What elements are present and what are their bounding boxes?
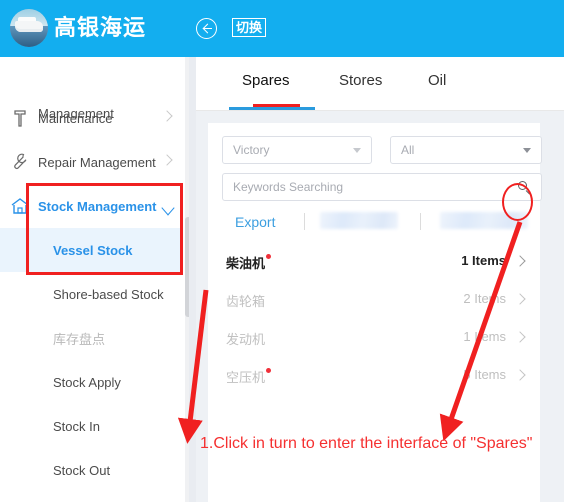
sidebar: Management Maintenance Repair Management [0,57,196,502]
tab-spares[interactable]: Spares [242,72,290,89]
row-name: 柴油机 [226,253,272,272]
category-select[interactable]: All [390,136,542,164]
chevron-down-icon [353,148,361,153]
sidebar-subitem-label: Stock Apply [53,374,121,390]
app-root: 高银海运 切换 Management Maintenance Repair Ma… [0,0,564,502]
tab-bar: Spares Stores Oil [196,57,564,111]
app-header: 高银海运 切换 [0,0,564,57]
badge-dot-icon [266,368,272,373]
sidebar-subitem-label: Stock In [53,418,100,434]
search-placeholder: Keywords Searching [233,180,344,194]
table-row[interactable]: 空压机 5 Items [208,357,540,395]
active-tab-indicator [229,107,315,110]
chevron-down-icon [523,148,531,153]
spares-list: 柴油机 1 Items 齿轮箱 2 Items 发动机 1 Items 空压机 … [208,243,540,395]
sidebar-item-shore-based-stock[interactable]: Shore-based Stock [0,272,183,316]
vessel-select-value: Victory [233,143,270,157]
ship-icon [15,17,43,32]
row-count: 5 Items [463,367,506,382]
row-count: 1 Items [461,253,506,268]
tab-oil[interactable]: Oil [428,72,446,89]
content-card: Victory All Keywords Searching Export 柴油… [208,123,542,502]
sidebar-item-inventory-count[interactable]: 库存盘点 [0,316,183,360]
chevron-right-icon [514,255,526,267]
table-row[interactable]: 发动机 1 Items [208,319,540,357]
filter-row: Victory All [222,136,542,164]
sidebar-subitem-label: Shore-based Stock [53,286,164,302]
company-logo [10,9,48,47]
row-count: 2 Items [463,291,506,306]
sidebar-divider [189,57,196,502]
hammer-icon [9,107,31,129]
chevron-right-icon [161,154,173,166]
sidebar-item-maintenance[interactable]: Maintenance [0,96,183,140]
export-button[interactable]: Export [235,214,275,230]
sidebar-item-vessel-stock[interactable]: Vessel Stock [0,228,183,272]
category-select-value: All [401,143,415,157]
row-name: 空压机 [226,367,272,386]
wrench-icon [9,151,31,173]
sidebar-subitem-label: Vessel Stock [53,242,133,258]
chevron-right-icon [514,369,526,381]
chevron-right-icon [514,293,526,305]
search-icon-ring [518,181,527,190]
sidebar-item-stock-apply[interactable]: Stock Apply [0,360,183,404]
redacted-action-2[interactable] [440,212,528,229]
chevron-down-icon [161,200,175,216]
brand-title: 高银海运 [54,15,147,40]
chevron-right-icon [514,331,526,343]
sidebar-item-stock-management[interactable]: Stock Management [0,184,183,228]
tab-stores[interactable]: Stores [339,72,382,89]
redacted-action-1[interactable] [320,212,398,229]
badge-dot-icon [266,254,272,259]
sidebar-subitem-label: Stock Out [53,462,111,478]
table-row[interactable]: 齿轮箱 2 Items [208,281,540,319]
toolbar-divider [304,213,305,230]
search-icon-handle [525,189,530,194]
sidebar-item-stock-in[interactable]: Stock In [0,404,183,448]
sidebar-item-label: Repair Management [38,154,156,170]
chevron-right-icon [161,110,173,122]
row-name: 齿轮箱 [226,294,266,309]
search-input[interactable]: Keywords Searching [222,173,542,201]
sidebar-item-label: Stock Management [38,198,157,214]
back-arrow-icon[interactable] [196,18,217,39]
vessel-select[interactable]: Victory [222,136,372,164]
row-name: 发动机 [226,332,266,347]
search-icon[interactable] [517,180,532,195]
table-row[interactable]: 柴油机 1 Items [208,243,540,281]
home-icon [9,195,31,217]
row-count: 1 Items [463,329,506,344]
sidebar-item-stock-out[interactable]: Stock Out [0,448,183,492]
toolbar-row: Export [222,210,542,236]
sidebar-item-repair-management[interactable]: Repair Management [0,140,183,184]
sidebar-item-label: Maintenance [38,110,113,126]
main-content: Spares Stores Oil Victory All Keywords S… [196,57,564,502]
sidebar-subitem-label: 库存盘点 [53,331,106,347]
switch-button[interactable]: 切换 [232,18,267,37]
toolbar-divider [420,213,421,230]
